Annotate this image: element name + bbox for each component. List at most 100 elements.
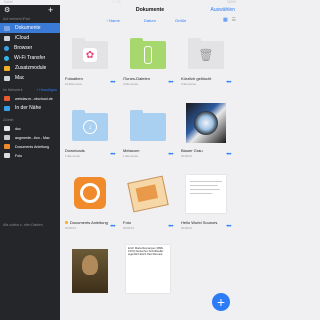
sidebar-item-label: Foto — [15, 153, 23, 158]
recent-header: Zuletzt — [3, 118, 14, 122]
text-line — [190, 181, 222, 182]
sidebar-item-label: webdav.m...rdschool.de — [15, 96, 53, 101]
trash-icon: 🗑 — [198, 48, 214, 62]
sidebar-item-addons[interactable]: Zusatzmodule — [0, 63, 60, 73]
file-name: Blauer Grau — [181, 148, 203, 153]
file-name: Kürzlich gelöscht — [181, 76, 212, 81]
lifebuoy-icon — [80, 183, 100, 203]
file-meta: 10 Elemente — [65, 82, 82, 86]
sidebar-recent-item[interactable]: augmente...tion - Mac — [0, 133, 60, 142]
sidebar-item-label: Dokumente — [15, 25, 41, 31]
folder-icon: 🗑 — [188, 38, 224, 69]
file-tile[interactable] — [62, 243, 118, 315]
file-name: Metacom — [123, 148, 140, 153]
file-meta: 0 Elemente — [123, 82, 139, 86]
folder-icon — [130, 110, 166, 141]
sidebar-item-nearby[interactable]: In der Nähe — [0, 103, 60, 113]
addon-icon — [4, 65, 10, 71]
painting-thumbnail — [72, 249, 108, 293]
sidebar-item-wifi-transfer[interactable]: Wi-Fi Transfer — [0, 53, 60, 63]
network-header-row: Im Netzwerk + Hinzufügen — [0, 86, 60, 94]
file-meta: 2018-01 — [181, 154, 193, 158]
sidebar-recent-item[interactable]: Foto — [0, 151, 60, 160]
list-view-icon[interactable]: ☰ — [232, 18, 236, 23]
usb-icon — [144, 46, 152, 64]
file-tile[interactable]: 🗑 Kürzlich gelöscht 0 Elemente ••• — [178, 27, 234, 99]
file-tile[interactable]: iTunes-Dateien 0 Elemente ••• — [120, 27, 176, 99]
file-meta: 1 Elemente — [123, 154, 139, 158]
file-meta: 2018-01 — [181, 226, 193, 230]
image-thumbnail — [186, 103, 226, 143]
settings-gear-icon[interactable]: ⚙ — [4, 7, 11, 14]
file-name: Downloads — [65, 148, 85, 153]
add-button[interactable]: + — [212, 293, 230, 311]
document-icon — [4, 144, 10, 149]
sidebar-item-label: doc — [15, 126, 21, 131]
sidebar-item-label: Documents Anleitung — [15, 144, 49, 149]
text-line — [190, 185, 218, 186]
more-icon[interactable]: ••• — [168, 80, 173, 86]
sidebar-item-label: augmente...tion - Mac — [15, 135, 50, 140]
sidebar-item-label: Wi-Fi Transfer — [14, 55, 46, 61]
computer-icon — [4, 75, 10, 81]
sort-date-button[interactable]: Datum — [144, 18, 156, 23]
file-tile[interactable]: Foto 2018-01 ••• — [120, 171, 176, 243]
more-icon[interactable]: ••• — [110, 80, 115, 86]
sidebar-item-webdav[interactable]: webdav.m...rdschool.de — [0, 94, 60, 103]
tag-dot — [65, 221, 68, 224]
file-tile[interactable]: Documents Anleitung 2018-01 ••• — [62, 171, 118, 243]
folder-icon: ↓ — [72, 110, 108, 141]
photos-icon: ✿ — [83, 48, 97, 62]
file-tile[interactable]: ✿ Fotoalben 10 Elemente ••• — [62, 27, 118, 99]
file-name: Foto — [123, 220, 132, 225]
more-icon[interactable]: ••• — [226, 152, 231, 158]
more-icon[interactable]: ••• — [226, 224, 231, 230]
file-tile[interactable]: Erich Maria Remarque (1898-1970) Deutsch… — [120, 243, 176, 315]
file-meta: 1 Elemente — [65, 154, 81, 158]
status-time: 17:55 — [112, 0, 121, 4]
sidebar-item-label: Browser — [14, 45, 33, 51]
text-line — [190, 189, 220, 190]
file-tile[interactable]: Hello World Sources 2018-01 ••• — [178, 171, 234, 243]
file-name: iTunes-Dateien — [123, 76, 150, 81]
more-icon[interactable]: ••• — [226, 80, 231, 86]
sidebar-item-label: In der Nähe — [15, 105, 42, 111]
photo-thumbnail — [127, 175, 169, 213]
more-icon[interactable]: ••• — [168, 224, 173, 230]
file-tile[interactable]: Blauer Grau 2018-01 ••• — [178, 99, 234, 171]
sidebar-item-documents[interactable]: Dokumente — [0, 23, 60, 33]
file-tile[interactable]: ↓ Downloads 1 Elemente ••• — [62, 99, 118, 171]
sidebar-item-icloud[interactable]: iCloud — [0, 33, 60, 43]
document-thumbnail: Erich Maria Remarque (1898-1970) Deutsch… — [126, 245, 170, 293]
sidebar-item-mac[interactable]: Mac — [0, 73, 60, 83]
photo-content — [135, 184, 159, 203]
file-meta: 2018-01 — [123, 226, 135, 230]
sort-name-button[interactable]: ↑ Name — [106, 18, 120, 23]
more-icon[interactable]: ••• — [168, 152, 173, 158]
nearby-icon — [4, 105, 10, 111]
add-icon[interactable]: + — [48, 6, 53, 15]
status-battery: 100% — [227, 0, 236, 4]
more-icon[interactable]: ••• — [110, 224, 115, 230]
app-icon — [74, 177, 106, 209]
server-icon — [4, 96, 10, 101]
document-icon — [4, 126, 10, 131]
sort-size-button[interactable]: Größe — [175, 18, 186, 23]
all-recent-link[interactable]: Alle zuletzt v...eten Dateien — [3, 223, 43, 227]
sort-name-label: Name — [109, 18, 120, 23]
sidebar-item-label: Mac — [15, 75, 25, 81]
compass-icon — [4, 45, 9, 51]
add-network-button[interactable]: + Hinzufügen — [36, 86, 57, 94]
select-button[interactable]: Auswählen — [211, 7, 235, 13]
sort-bar: ↑ Name Datum Größe ▦ ☰ — [60, 17, 240, 25]
sidebar-recent-item[interactable]: Documents Anleitung — [0, 142, 60, 151]
sidebar-storage-header: Auf meinem iPad — [3, 17, 30, 21]
portrait-face — [82, 255, 98, 275]
more-icon[interactable]: ••• — [110, 152, 115, 158]
sidebar-item-label: iCloud — [15, 35, 30, 41]
file-meta: 0 Elemente — [181, 82, 197, 86]
sidebar-item-browser[interactable]: Browser — [0, 43, 60, 53]
grid-view-icon[interactable]: ▦ — [223, 18, 228, 23]
sidebar-recent-item[interactable]: doc — [0, 124, 60, 133]
file-tile[interactable]: Metacom 1 Elemente ••• — [120, 99, 176, 171]
